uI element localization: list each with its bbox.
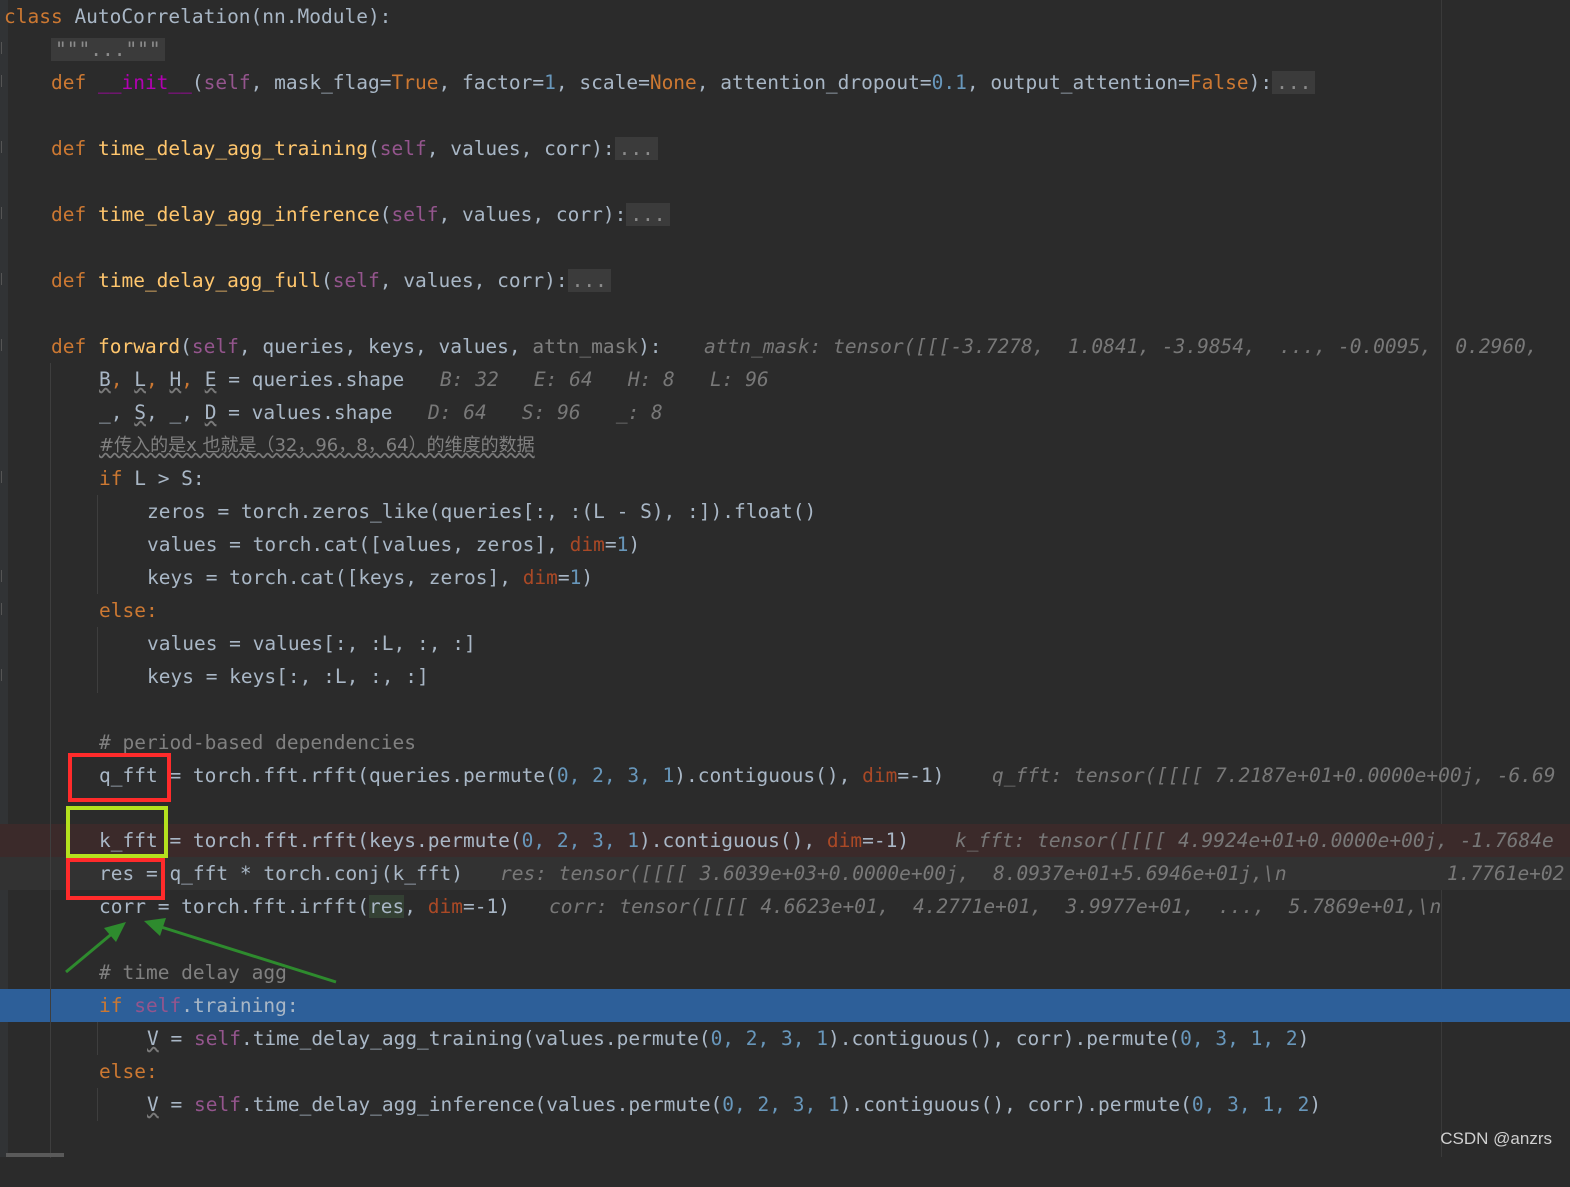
- annotation-arrow-line: [65, 930, 115, 974]
- annotation-arrows: [65, 918, 337, 984]
- horizontal-scrollbar[interactable]: [6, 1153, 64, 1157]
- annotation-arrow-line: [157, 924, 337, 984]
- code-editor[interactable]: class AutoCorrelation(nn.Module): """...…: [0, 0, 1570, 1158]
- annotation-arrowhead: [144, 918, 166, 936]
- watermark: CSDN @anzrs: [1440, 1129, 1552, 1148]
